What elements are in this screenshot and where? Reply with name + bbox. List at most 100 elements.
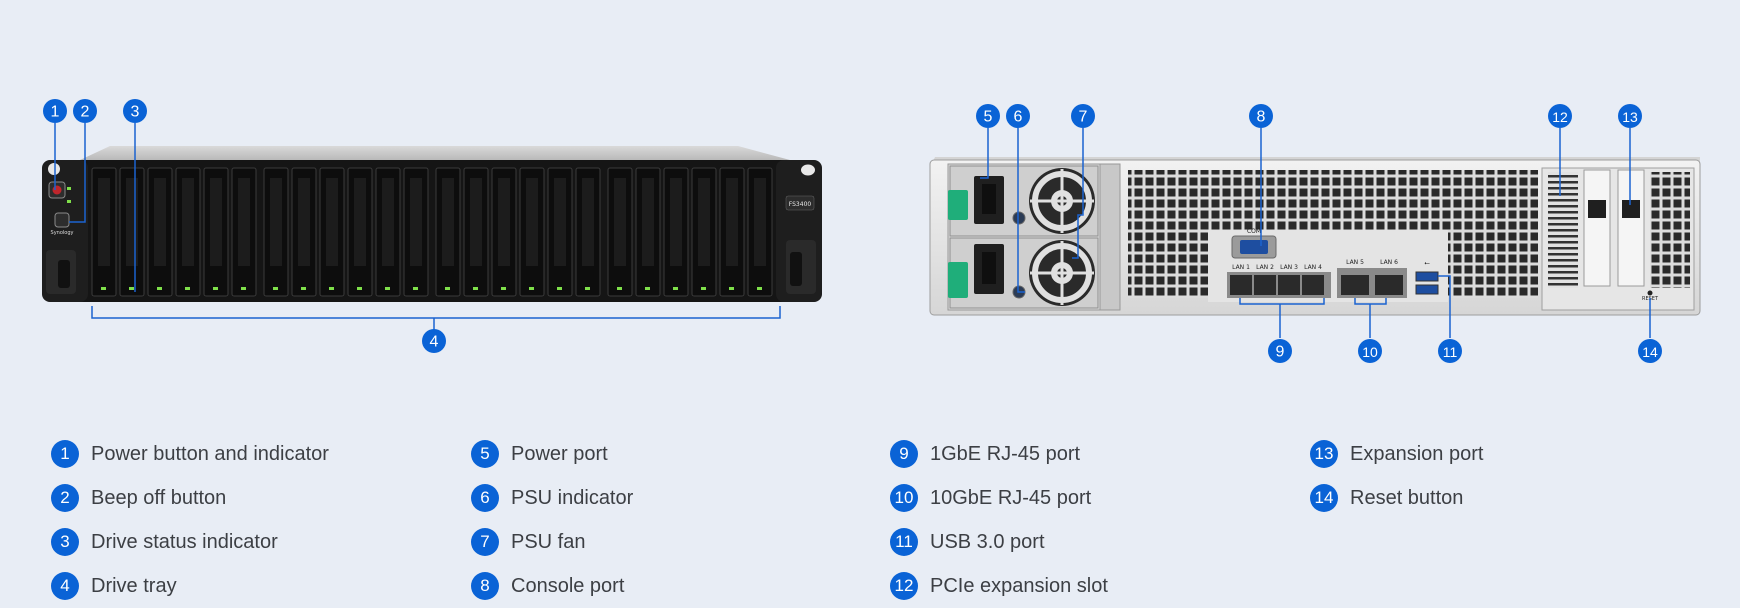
svg-text:8: 8 (1257, 109, 1266, 126)
drive-tray[interactable] (263, 167, 289, 297)
io-panel: COM LAN 1 LAN 2 LAN 3 LAN 4 LAN 5 LAN 6 … (1208, 228, 1448, 302)
lan-port-3[interactable] (1278, 275, 1300, 295)
model-badge-text: FS3400 (789, 201, 812, 208)
drive-tray[interactable] (347, 167, 373, 297)
legend-label: Drive tray (91, 574, 177, 597)
drive-status-led (473, 287, 478, 290)
drive-tray[interactable] (491, 167, 517, 297)
legend-label: Power button and indicator (91, 442, 329, 465)
expansion-card-1 (1583, 169, 1611, 287)
drive-tray[interactable] (635, 167, 661, 297)
drive-tray[interactable] (119, 167, 145, 297)
lan-port-2[interactable] (1254, 275, 1276, 295)
legend-number: 7 (471, 528, 499, 556)
legend-label: Drive status indicator (91, 530, 278, 553)
drive-status-led (357, 287, 362, 290)
lan-port-1[interactable] (1230, 275, 1252, 295)
drive-status-led (101, 287, 106, 290)
drive-status-led (757, 287, 762, 290)
legend-item: 14 Reset button (1310, 476, 1710, 520)
expansion-card-2 (1617, 169, 1645, 287)
hardware-diagram: Synology FS3400 COM LAN 1 LAN 2 LAN 3 LA… (42, 99, 1701, 363)
callout-13: 13 (1618, 104, 1642, 128)
drive-tray[interactable] (175, 167, 201, 297)
svg-text:11: 11 (1443, 344, 1458, 360)
callout-1: 1 (43, 99, 67, 123)
lan-port-4[interactable] (1302, 275, 1324, 295)
lan-4-label: LAN 4 (1304, 264, 1322, 271)
drive-tray[interactable] (663, 167, 689, 297)
psu-2 (948, 237, 1099, 309)
lan-3-label: LAN 3 (1280, 264, 1298, 271)
psu-fan-2 (1029, 240, 1095, 306)
drive-tray[interactable] (547, 167, 573, 297)
status-led-2 (67, 200, 71, 203)
legend-item: 1 Power button and indicator (51, 432, 451, 476)
lan-10g-port-2[interactable] (1375, 275, 1403, 295)
legend-label: PCIe expansion slot (930, 574, 1108, 597)
svg-text:1: 1 (51, 104, 60, 121)
console-port-label: COM (1247, 228, 1261, 235)
drive-status-led (445, 287, 450, 290)
drive-tray[interactable] (607, 167, 633, 297)
drive-tray[interactable] (91, 167, 117, 297)
expansion-area: RESET (1541, 167, 1695, 311)
drive-tray[interactable] (575, 167, 601, 297)
usb-port-2[interactable] (1415, 284, 1439, 295)
expansion-port-1[interactable] (1588, 200, 1606, 218)
drive-status-led (529, 287, 534, 290)
drive-tray[interactable] (463, 167, 489, 297)
psu-bay (947, 163, 1121, 311)
legend-label: 10GbE RJ-45 port (930, 486, 1092, 509)
front-ear-hole-right (801, 164, 815, 176)
drive-tray[interactable] (691, 167, 717, 297)
drive-tray[interactable] (203, 167, 229, 297)
svg-text:4: 4 (430, 334, 439, 351)
svg-text:7: 7 (1079, 109, 1088, 126)
front-panel: Synology FS3400 (42, 123, 822, 330)
drive-tray[interactable] (435, 167, 461, 297)
legend-number: 14 (1310, 484, 1338, 512)
legend-item: 5 Power port (471, 432, 871, 476)
reset-button[interactable] (1647, 290, 1653, 296)
legend-label: 1GbE RJ-45 port (930, 442, 1081, 465)
legend-label: Reset button (1350, 486, 1464, 509)
drive-status-led (501, 287, 506, 290)
drive-status-led (157, 287, 162, 290)
psu-handle-2 (948, 262, 968, 298)
drive-tray[interactable] (231, 167, 257, 297)
drive-status-led (273, 287, 278, 290)
drive-status-led (213, 287, 218, 290)
rear-panel: COM LAN 1 LAN 2 LAN 3 LAN 4 LAN 5 LAN 6 … (929, 128, 1701, 338)
legend-number: 8 (471, 572, 499, 600)
legend-number: 4 (51, 572, 79, 600)
svg-text:5: 5 (984, 109, 993, 126)
legend-number: 1 (51, 440, 79, 468)
drive-tray[interactable] (319, 167, 345, 297)
expansion-port-2[interactable] (1622, 200, 1640, 218)
drive-tray[interactable] (519, 167, 545, 297)
legend-number: 10 (890, 484, 918, 512)
drive-status-led (585, 287, 590, 290)
lan-10g-port-1[interactable] (1341, 275, 1369, 295)
drive-tray[interactable] (147, 167, 173, 297)
callout-11: 11 (1438, 339, 1462, 363)
drive-tray[interactable] (719, 167, 745, 297)
beep-off-button[interactable] (54, 212, 70, 228)
front-right-ear: FS3400 (776, 160, 822, 302)
drive-status-led (701, 287, 706, 290)
drive-status-led (185, 287, 190, 290)
drive-status-led (617, 287, 622, 290)
drive-tray[interactable] (747, 167, 773, 297)
legend-item: 6 PSU indicator (471, 476, 871, 520)
usb-port-1[interactable] (1415, 271, 1439, 282)
drive-tray[interactable] (291, 167, 317, 297)
drive-tray[interactable] (375, 167, 401, 297)
status-led-1 (67, 187, 71, 190)
drive-status-led (673, 287, 678, 290)
drive-tray[interactable] (403, 167, 429, 297)
psu-indicator-1 (1012, 211, 1026, 225)
legend-number: 5 (471, 440, 499, 468)
drive-status-led (329, 287, 334, 290)
svg-text:13: 13 (1622, 109, 1638, 125)
